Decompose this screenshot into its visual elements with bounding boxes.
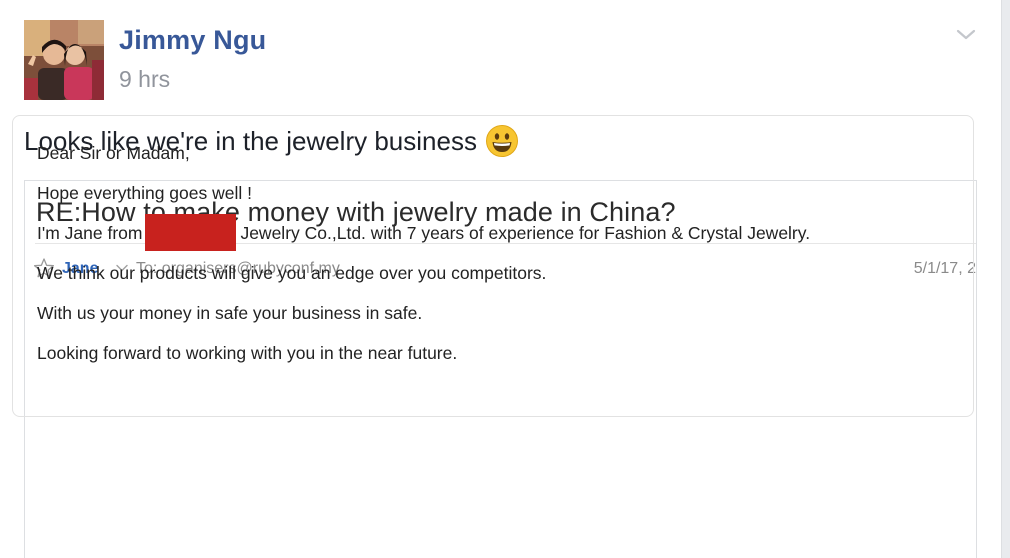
redacted-company-name xyxy=(145,214,237,251)
facebook-post: Jimmy Ngu 9 hrs Looks like we're in the … xyxy=(0,0,1010,558)
email-body: Dear Sir or Madam, Hope everything goes … xyxy=(37,141,810,381)
email-body-line: Looking forward to working with you in t… xyxy=(37,343,458,363)
post-timestamp[interactable]: 9 hrs xyxy=(119,66,170,93)
email-body-line-with-redaction: I'm Jane from Jewelry Co.,Ltd. with 7 ye… xyxy=(37,214,811,261)
email-body-line: We think our products will give you an e… xyxy=(37,263,547,283)
page-edge-divider xyxy=(1001,0,1010,558)
email-body-text: I'm Jane from xyxy=(37,223,143,243)
profile-photo xyxy=(24,20,104,100)
post-author-name[interactable]: Jimmy Ngu xyxy=(119,25,266,56)
email-body-line: With us your money in safe your business… xyxy=(37,303,423,323)
avatar[interactable] xyxy=(24,20,104,100)
email-body-text: Jewelry Co.,Ltd. with 7 years of experie… xyxy=(240,223,811,243)
email-body-line: Dear Sir or Madam, xyxy=(37,143,190,163)
post-options-chevron-icon[interactable] xyxy=(955,26,977,44)
